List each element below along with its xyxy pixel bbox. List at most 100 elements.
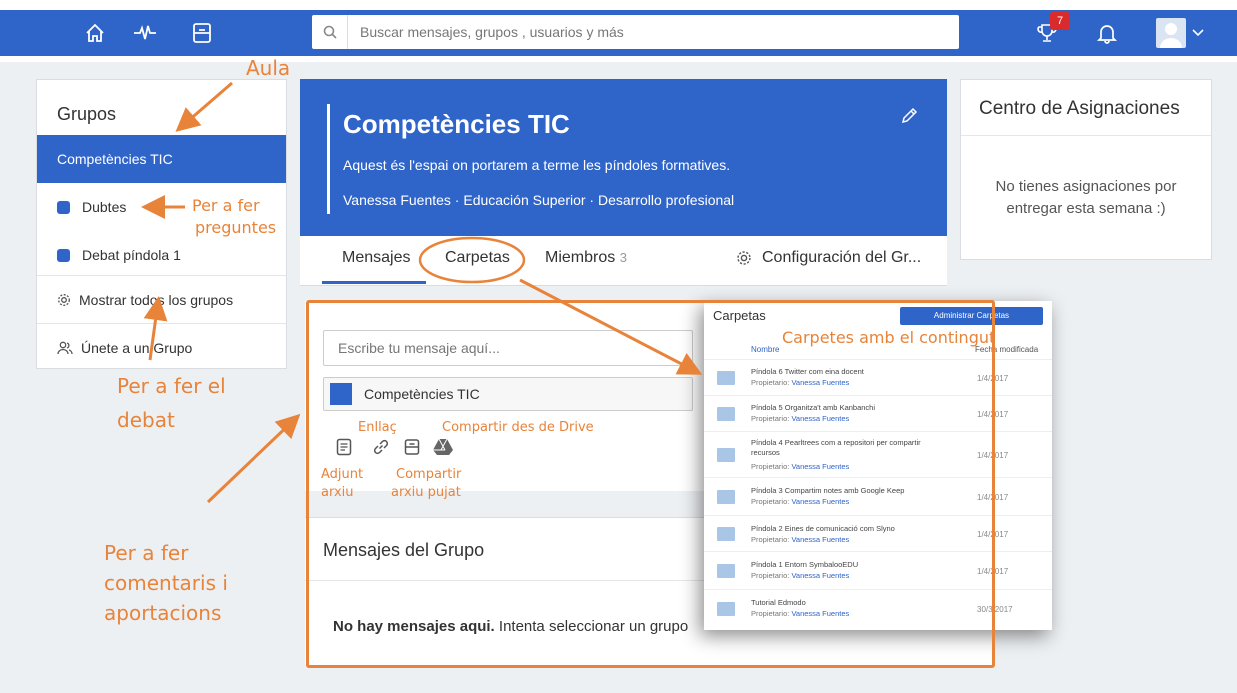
folder-name: Tutorial Edmodo bbox=[751, 598, 806, 607]
annotation-debat-line1: Per a fer el bbox=[117, 374, 226, 398]
annotation-comentaris-line3: aportacions bbox=[104, 601, 222, 625]
folder-name: Píndola 2 Eines de comunicació com Slyno bbox=[751, 524, 895, 533]
group-item-debat-pindola[interactable]: Debat píndola 1 bbox=[37, 231, 286, 279]
header-accent-bar bbox=[327, 104, 330, 214]
gear-icon bbox=[736, 250, 752, 266]
group-color-icon bbox=[57, 200, 70, 214]
folder-row[interactable]: Píndola 4 Pearltrees com a repositori pe… bbox=[704, 431, 1052, 477]
folder-row[interactable]: Píndola 2 Eines de comunicació com Slyno… bbox=[704, 515, 1052, 551]
folder-name: Píndola 1 Entorn SymbalooEDU bbox=[751, 560, 859, 569]
annotation-preguntes-line2: preguntes bbox=[195, 218, 277, 237]
message-input[interactable]: Escribe tu mensaje aquí... bbox=[323, 330, 693, 366]
folder-date: 30/3/2017 bbox=[977, 605, 1013, 614]
active-tab-indicator bbox=[322, 281, 426, 284]
annotation-enllac: Enllaç bbox=[358, 420, 397, 435]
group-color-icon bbox=[330, 383, 352, 405]
folder-row[interactable]: Píndola 1 Entorn SymbalooEDU Propietario… bbox=[704, 551, 1052, 589]
folder-date: 1/4/2017 bbox=[977, 493, 1009, 502]
folder-date: 1/4/2017 bbox=[977, 451, 1009, 460]
group-header: Competències TIC Aquest és l'espai on po… bbox=[300, 79, 947, 236]
folder-icon bbox=[717, 371, 735, 385]
owner-label: Propietario: bbox=[751, 571, 790, 580]
attach-file-icon[interactable] bbox=[333, 436, 355, 458]
search-input[interactable] bbox=[348, 17, 959, 47]
group-tabs: Mensajes Carpetas Miembros 3 Configuraci… bbox=[300, 236, 947, 286]
folder-owner: Propietario: Vanessa Fuentes bbox=[751, 462, 849, 471]
selected-group-label: Competències TIC bbox=[364, 386, 480, 402]
assignments-panel: Centro de Asignaciones No tienes asignac… bbox=[960, 79, 1212, 260]
tab-folders[interactable]: Carpetas bbox=[445, 249, 510, 267]
activity-icon[interactable] bbox=[128, 16, 162, 50]
pencil-icon[interactable] bbox=[900, 107, 918, 130]
folder-row[interactable]: Tutorial Edmodo Propietario: Vanessa Fue… bbox=[704, 589, 1052, 627]
tab-settings[interactable]: Configuración del Gr... bbox=[736, 249, 921, 267]
chevron-down-icon[interactable] bbox=[1188, 16, 1208, 50]
folder-icon bbox=[717, 527, 735, 541]
folder-row[interactable]: Píndola 5 Organitza't amb Kanbanchi Prop… bbox=[704, 395, 1052, 431]
folder-row[interactable]: Píndola 3 Compartim notes amb Google Kee… bbox=[704, 477, 1052, 515]
messages-title: Mensajes del Grupo bbox=[323, 540, 485, 560]
avatar[interactable] bbox=[1156, 18, 1186, 48]
library-icon[interactable] bbox=[401, 436, 423, 458]
bell-icon[interactable] bbox=[1090, 16, 1124, 50]
group-selector[interactable]: Competències TIC bbox=[323, 377, 693, 411]
top-bar: 7 bbox=[0, 0, 1237, 62]
owner-label: Propietario: bbox=[751, 378, 790, 387]
tab-members-label: Miembros bbox=[545, 249, 616, 266]
link-icon[interactable] bbox=[370, 436, 392, 458]
gear-icon bbox=[57, 293, 71, 307]
folder-owner: Propietario: Vanessa Fuentes bbox=[751, 571, 849, 580]
users-icon bbox=[57, 341, 73, 355]
notification-count-badge: 7 bbox=[1050, 12, 1070, 30]
tab-members[interactable]: Miembros 3 bbox=[545, 249, 627, 267]
group-title: Competències TIC bbox=[343, 109, 570, 139]
tab-settings-label: Configuración del Gr... bbox=[762, 249, 922, 266]
folder-name: Píndola 5 Organitza't amb Kanbanchi bbox=[751, 403, 876, 412]
folder-row[interactable]: Píndola 6 Twitter com eina docent Propie… bbox=[704, 359, 1052, 395]
arrow-comentaris bbox=[206, 413, 301, 504]
search-icon bbox=[312, 15, 348, 49]
tab-messages[interactable]: Mensajes bbox=[342, 249, 410, 267]
folder-date: 1/4/2017 bbox=[977, 374, 1009, 383]
annotation-comentaris-line2: comentaris i bbox=[104, 571, 228, 595]
group-meta: Vanessa Fuentes · Educación Superior · D… bbox=[343, 192, 735, 208]
empty-messages-rest: Intenta seleccionar un grupo bbox=[494, 618, 689, 635]
owner-label: Propietario: bbox=[751, 414, 790, 423]
group-item-competencies-tic[interactable]: Competències TIC bbox=[37, 135, 286, 183]
annotation-carpetes: Carpetes amb el contingut bbox=[782, 328, 996, 347]
folder-owner: Propietario: Vanessa Fuentes bbox=[751, 497, 849, 506]
folder-owner: Propietario: Vanessa Fuentes bbox=[751, 414, 849, 423]
assignments-title: Centro de Asignaciones bbox=[961, 80, 1211, 136]
annotation-comentaris-line1: Per a fer bbox=[104, 541, 189, 565]
folder-owner: Propietario: Vanessa Fuentes bbox=[751, 609, 849, 618]
members-count: 3 bbox=[619, 250, 627, 265]
annotation-pujat-line1: Compartir bbox=[396, 467, 462, 482]
empty-messages-text: No hay mensajes aqui. Intenta selecciona… bbox=[333, 618, 688, 635]
folder-icon bbox=[717, 448, 735, 462]
folder-icon bbox=[717, 564, 735, 578]
empty-messages-bold: No hay mensajes aqui. bbox=[333, 618, 495, 635]
google-drive-icon[interactable] bbox=[430, 436, 456, 458]
manage-folders-button[interactable]: Administrar Carpetas bbox=[900, 307, 1043, 325]
owner-name: Vanessa Fuentes bbox=[791, 414, 850, 423]
join-group-link[interactable]: Únete a un Grupo bbox=[37, 323, 286, 371]
groups-title: Grupos bbox=[57, 104, 117, 124]
folder-icon bbox=[717, 490, 735, 504]
annotation-drive: Compartir des de Drive bbox=[442, 420, 594, 435]
annotation-debat-line2: debat bbox=[117, 408, 175, 432]
top-nav: 7 bbox=[0, 10, 1237, 56]
assignments-empty-text: No tienes asignaciones por entregar esta… bbox=[995, 178, 1177, 217]
annotation-pujat-line2: arxiu pujat bbox=[391, 485, 461, 500]
annotation-adjunt-line2: arxiu bbox=[321, 485, 354, 500]
annotation-aula: Aula bbox=[246, 56, 291, 80]
column-header-name[interactable]: Nombre bbox=[751, 345, 779, 354]
folder-name: Píndola 4 Pearltrees com a repositori pe… bbox=[751, 438, 921, 457]
join-group-label: Únete a un Grupo bbox=[81, 339, 193, 356]
folders-title: Carpetas bbox=[713, 308, 766, 323]
home-icon[interactable] bbox=[78, 16, 112, 50]
owner-label: Propietario: bbox=[751, 535, 790, 544]
planner-icon[interactable] bbox=[185, 16, 219, 50]
folder-owner: Propietario: Vanessa Fuentes bbox=[751, 378, 849, 387]
show-all-groups-link[interactable]: Mostrar todos los grupos bbox=[37, 275, 286, 323]
search-bar[interactable] bbox=[312, 15, 959, 49]
